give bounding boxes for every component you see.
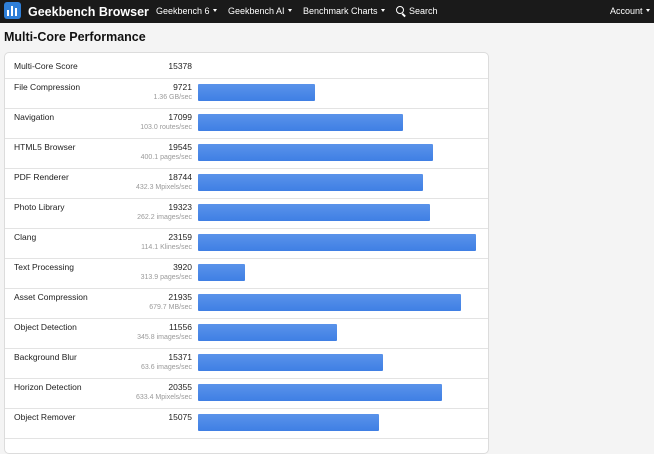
nav-geekbench6-dropdown[interactable]: Geekbench 6 [156,6,217,16]
table-row: HTML5 Browser 19545 400.1 pages/sec [5,138,488,169]
table-row: PDF Renderer 18744 432.3 Mpixels/sec [5,168,488,199]
workload-name: Text Processing [14,262,74,272]
search-icon[interactable] [396,6,404,14]
workload-throughput: 633.4 Mpixels/sec [135,394,192,401]
workload-score: 17099 [168,112,192,122]
workload-score: 18744 [168,172,192,182]
nav-benchmark-charts-dropdown[interactable]: Benchmark Charts [303,6,385,16]
workload-score: 19323 [168,202,192,212]
score-bar [198,264,245,281]
workload-name: HTML5 Browser [14,142,76,152]
multi-core-score-row: Multi-Core Score 15378 [5,53,488,79]
score-bar [198,114,403,131]
score-value: 15378 [168,61,192,71]
workload-name: Clang [14,232,37,242]
nav-item-label: Benchmark Charts [303,6,378,16]
workload-throughput: 432.3 Mpixels/sec [135,184,192,191]
brand-link[interactable]: Geekbench Browser [28,5,149,19]
workload-throughput: 345.8 images/sec [137,334,192,341]
workload-throughput: 1.36 GB/sec [153,94,192,101]
table-row: Navigation 17099 103.0 routes/sec [5,108,488,139]
score-bar [198,234,476,251]
score-bar [198,414,379,431]
nav-item-label: Geekbench 6 [156,6,210,16]
workload-score: 20355 [168,382,192,392]
workload-score: 9721 [173,82,192,92]
table-row: Clang 23159 114.1 Klines/sec [5,228,488,259]
workload-score: 11556 [168,322,192,332]
table-row: Photo Library 19323 262.2 images/sec [5,198,488,229]
table-row: Text Processing 3920 313.9 pages/sec [5,258,488,289]
workload-name: Horizon Detection [14,382,82,392]
workload-name: Object Remover [14,412,76,422]
workload-name: Asset Compression [14,292,88,302]
workload-throughput: 63.6 images/sec [141,364,192,371]
caret-down-icon [380,9,385,12]
workload-name: Photo Library [14,202,65,212]
table-row: Object Detection 11556 345.8 images/sec [5,318,488,349]
caret-down-icon [212,9,217,12]
nav-item-label: Account [610,6,643,16]
score-bar [198,84,315,101]
score-bar [198,204,430,221]
workload-score: 21935 [168,292,192,302]
nav-geekbench-ai-dropdown[interactable]: Geekbench AI [228,6,292,16]
workload-score: 3920 [173,262,192,272]
score-bar [198,354,383,371]
caret-down-icon [287,9,292,12]
table-row: Background Blur 15371 63.6 images/sec [5,348,488,379]
table-row: Object Remover 15075 [5,408,488,439]
score-bar [198,294,461,311]
workload-score: 15075 [168,412,192,422]
geekbench-logo-icon[interactable] [4,2,21,19]
score-bar [198,384,442,401]
score-bar [198,144,433,161]
workload-score: 15371 [168,352,192,362]
top-navbar: Geekbench Browser Geekbench 6 Geekbench … [0,0,654,23]
workload-throughput: 114.1 Klines/sec [141,244,192,251]
workload-name: Background Blur [14,352,77,362]
workload-name: Navigation [14,112,55,122]
page-title: Multi-Core Performance [4,30,146,44]
performance-table: Multi-Core Score 15378 File Compression 9… [4,52,489,454]
nav-search-link[interactable]: Search [409,6,438,16]
score-bar [198,324,337,341]
caret-down-icon [645,9,650,12]
workload-score: 23159 [168,232,192,242]
nav-account-dropdown[interactable]: Account [610,6,650,16]
workload-name: Object Detection [14,322,77,332]
score-bar [198,174,423,191]
workload-name: File Compression [14,82,81,92]
workload-throughput: 313.9 pages/sec [140,274,192,281]
workload-throughput: 262.2 images/sec [137,214,192,221]
workload-score: 19545 [168,142,192,152]
score-label: Multi-Core Score [14,61,78,71]
nav-item-label: Geekbench AI [228,6,285,16]
workload-throughput: 400.1 pages/sec [140,154,192,161]
workload-name: PDF Renderer [14,172,69,182]
table-row: Horizon Detection 20355 633.4 Mpixels/sec [5,378,488,409]
workload-throughput: 103.0 routes/sec [140,124,192,131]
table-row: File Compression 9721 1.36 GB/sec [5,78,488,109]
workload-throughput: 679.7 MB/sec [149,304,192,311]
table-row: Asset Compression 21935 679.7 MB/sec [5,288,488,319]
